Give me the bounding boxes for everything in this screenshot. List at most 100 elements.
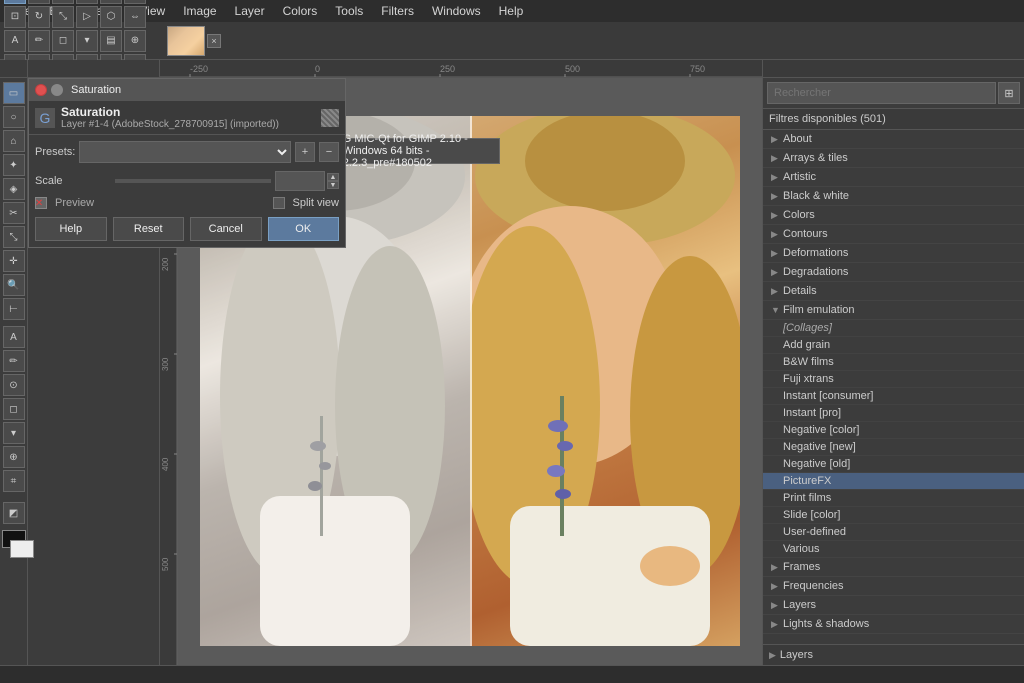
scale-label: Scale — [35, 175, 115, 187]
tool-color2[interactable]: ◩ — [3, 502, 25, 524]
scale-down-button[interactable]: ▼ — [327, 181, 339, 189]
tool-fill[interactable]: ▾ — [3, 422, 25, 444]
filter-category-frames[interactable]: Frames — [763, 558, 1024, 577]
tool-eraser[interactable]: ◻ — [52, 30, 74, 52]
tool-rect-select[interactable]: ▭ — [28, 0, 50, 4]
filter-category-frequencies[interactable]: Frequencies — [763, 577, 1024, 596]
menu-image[interactable]: Image — [175, 2, 224, 20]
scale-spinners: ▲ ▼ — [327, 173, 339, 189]
tool-eraser2[interactable]: ◻ — [3, 398, 25, 420]
presets-row: Presets: + − — [35, 141, 339, 163]
filter-category-artistic[interactable]: Artistic — [763, 168, 1024, 187]
filter-item[interactable]: Negative [color] — [763, 422, 1024, 439]
tool-gradient[interactable]: ▤ — [100, 30, 122, 52]
reset-button[interactable]: Reset — [113, 217, 185, 241]
tool-scale[interactable]: ⤡ — [52, 6, 74, 28]
filter-item[interactable]: Various — [763, 541, 1024, 558]
tool-bucket[interactable]: ▾ — [76, 30, 98, 52]
tool-shear[interactable]: ▷ — [76, 6, 98, 28]
tool-crop[interactable]: ⊡ — [4, 6, 26, 28]
tool-ellipse2[interactable]: ○ — [3, 106, 25, 128]
filter-item[interactable]: Instant [consumer] — [763, 388, 1024, 405]
filter-category-deformations[interactable]: Deformations — [763, 244, 1024, 263]
filter-item[interactable]: User-defined — [763, 524, 1024, 541]
filter-item[interactable]: Fuji xtrans — [763, 371, 1024, 388]
split-view-checkbox[interactable] — [273, 197, 285, 209]
search-input[interactable] — [767, 82, 996, 104]
tool-measure2[interactable]: ⊢ — [3, 298, 25, 320]
filter-category-arrays-&-tiles[interactable]: Arrays & tiles — [763, 149, 1024, 168]
tool-scale2[interactable]: ⤡ — [3, 226, 25, 248]
tool-perspective[interactable]: ⬡ — [100, 6, 122, 28]
tool-paths2[interactable]: ⌗ — [3, 470, 25, 492]
filter-category-film-emulation[interactable]: Film emulation — [763, 301, 1024, 320]
tool-select-color[interactable]: ◈ — [124, 0, 146, 4]
filter-item[interactable]: PictureFX — [763, 473, 1024, 490]
tool-move[interactable]: ✛ — [4, 0, 26, 4]
tool-pencil[interactable]: ✏ — [3, 350, 25, 372]
tool-move2[interactable]: ✛ — [3, 250, 25, 272]
filter-category-contours[interactable]: Contours — [763, 225, 1024, 244]
filter-category-lights-&-shadows[interactable]: Lights & shadows — [763, 615, 1024, 634]
filter-category-layers[interactable]: Layers — [763, 596, 1024, 615]
filter-item[interactable]: [Collages] — [763, 320, 1024, 337]
presets-add-button[interactable]: + — [295, 142, 315, 162]
tool-flip[interactable]: ⇔ — [124, 6, 146, 28]
dialog-header: G Saturation Layer #1-4 (AdobeStock_2787… — [29, 101, 345, 135]
filter-item-name: Add grain — [783, 339, 830, 351]
saturation-name: Saturation — [61, 105, 279, 119]
preview-checkbox[interactable]: ✕ — [35, 197, 47, 209]
tool-paint[interactable]: ✏ — [28, 30, 50, 52]
tool-heal[interactable]: ⊕ — [124, 30, 146, 52]
tool-rotate[interactable]: ↻ — [28, 6, 50, 28]
presets-remove-button[interactable]: − — [319, 142, 339, 162]
tool-zoom2[interactable]: 🔍 — [3, 274, 25, 296]
tool-heal2[interactable]: ⊕ — [3, 446, 25, 468]
tool-color-select[interactable]: ◈ — [3, 178, 25, 200]
filter-category-black-&-white[interactable]: Black & white — [763, 187, 1024, 206]
menu-help[interactable]: Help — [491, 2, 532, 20]
dialog-close-btn[interactable] — [35, 84, 47, 96]
filter-item[interactable]: Negative [new] — [763, 439, 1024, 456]
filter-item[interactable]: B&W films — [763, 354, 1024, 371]
filter-category-about[interactable]: About — [763, 130, 1024, 149]
cancel-button[interactable]: Cancel — [190, 217, 262, 241]
tool-fuzzy[interactable]: ✦ — [100, 0, 122, 4]
scale-input[interactable]: 1.000 — [275, 171, 325, 191]
menu-layer[interactable]: Layer — [227, 2, 273, 20]
menu-colors[interactable]: Colors — [275, 2, 326, 20]
scale-slider[interactable] — [115, 179, 271, 183]
filter-item[interactable]: Add grain — [763, 337, 1024, 354]
split-line — [470, 116, 472, 646]
filter-item[interactable]: Negative [old] — [763, 456, 1024, 473]
tool-text[interactable]: A — [4, 30, 26, 52]
filter-category-colors[interactable]: Colors — [763, 206, 1024, 225]
help-button[interactable]: Help — [35, 217, 107, 241]
category-arrow — [771, 562, 779, 573]
menu-windows[interactable]: Windows — [424, 2, 489, 20]
presets-select[interactable] — [79, 141, 291, 163]
filter-category-degradations[interactable]: Degradations — [763, 263, 1024, 282]
filter-category-details[interactable]: Details — [763, 282, 1024, 301]
dialog-min-btn[interactable] — [51, 84, 63, 96]
tool-cut[interactable]: ✂ — [3, 202, 25, 224]
filter-item[interactable]: Print films — [763, 490, 1024, 507]
filter-item[interactable]: Slide [color] — [763, 507, 1024, 524]
background-color[interactable] — [10, 540, 34, 558]
menu-tools[interactable]: Tools — [327, 2, 371, 20]
tool-lasso[interactable]: ⌂ — [76, 0, 98, 4]
ok-button[interactable]: OK — [268, 217, 340, 241]
tool-brush[interactable]: ⊙ — [3, 374, 25, 396]
tool-rect2[interactable]: ▭ — [3, 82, 25, 104]
svg-text:500: 500 — [161, 557, 170, 571]
tool-text2[interactable]: A — [3, 326, 25, 348]
filter-item[interactable]: Instant [pro] — [763, 405, 1024, 422]
tool-fuzzy2[interactable]: ✦ — [3, 154, 25, 176]
image-thumbnail[interactable] — [167, 26, 205, 56]
menu-filters[interactable]: Filters — [373, 2, 422, 20]
tool-ellipse[interactable]: ○ — [52, 0, 74, 4]
tool-free-select[interactable]: ⌂ — [3, 130, 25, 152]
close-thumbnail-button[interactable]: × — [207, 34, 221, 48]
scale-up-button[interactable]: ▲ — [327, 173, 339, 181]
search-button[interactable]: ⊞ — [998, 82, 1020, 104]
